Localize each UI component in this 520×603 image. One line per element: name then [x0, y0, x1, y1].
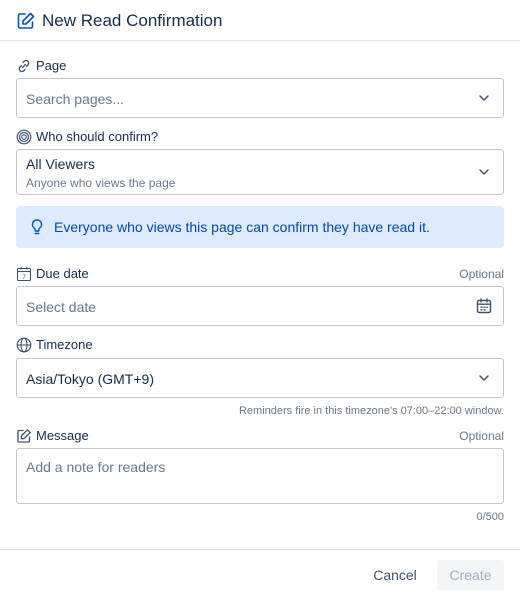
due-date-label-row: 7 Due date Optional: [16, 266, 504, 282]
globe-icon: [16, 337, 32, 353]
timezone-label-row: Timezone: [16, 337, 504, 353]
calendar-icon: 7: [16, 267, 32, 282]
target-icon: [16, 129, 32, 145]
info-banner: Everyone who views this page can confirm…: [16, 206, 504, 248]
page-label-row: Page: [16, 58, 504, 74]
page-label: Page: [36, 58, 67, 73]
timezone-hint: Reminders fire in this timezone's 07:00–…: [238, 405, 504, 417]
message-optional: Optional: [459, 429, 504, 443]
lightbulb-icon: [31, 219, 43, 235]
dialog-title: New Read Confirmation: [42, 11, 223, 30]
timezone-value: Asia/Tokyo (GMT+9): [26, 371, 154, 387]
page-search-placeholder: Search pages...: [26, 91, 125, 107]
confirm-value: All Viewers: [26, 156, 95, 172]
chevron-down-icon: [479, 95, 489, 101]
calendar-icon[interactable]: [475, 297, 493, 315]
chevron-down-icon: [479, 375, 489, 381]
confirm-description: Anyone who views the page: [26, 176, 176, 190]
confirm-select[interactable]: All Viewers Anyone who views the page: [16, 149, 504, 195]
edit-icon: [17, 429, 31, 443]
timezone-select[interactable]: Asia/Tokyo (GMT+9): [16, 358, 504, 398]
message-placeholder: Add a note for readers: [26, 459, 166, 475]
chevron-down-icon: [479, 169, 489, 175]
page-search-select[interactable]: Search pages...: [16, 78, 504, 118]
info-text: Everyone who views this page can confirm…: [54, 219, 430, 235]
dialog-header: New Read Confirmation: [0, 0, 520, 41]
confirm-label-row: Who should confirm?: [16, 129, 504, 145]
message-textarea[interactable]: Add a note for readers: [16, 448, 504, 504]
timezone-label: Timezone: [36, 337, 93, 352]
cancel-button[interactable]: Cancel: [362, 561, 428, 589]
due-date-placeholder: Select date: [26, 299, 97, 315]
confirm-label: Who should confirm?: [36, 129, 159, 144]
svg-text:7: 7: [22, 274, 26, 281]
message-label-row: Message Optional: [16, 428, 504, 444]
message-label: Message: [36, 428, 89, 443]
message-char-counter: 0/500: [476, 511, 504, 523]
create-button[interactable]: Create: [437, 560, 504, 590]
link-icon: [18, 59, 30, 73]
due-date-optional: Optional: [459, 267, 504, 281]
footer-divider: [0, 549, 520, 550]
due-date-label: Due date: [36, 266, 89, 281]
due-date-picker[interactable]: Select date: [16, 286, 504, 326]
edit-icon: [17, 12, 35, 29]
